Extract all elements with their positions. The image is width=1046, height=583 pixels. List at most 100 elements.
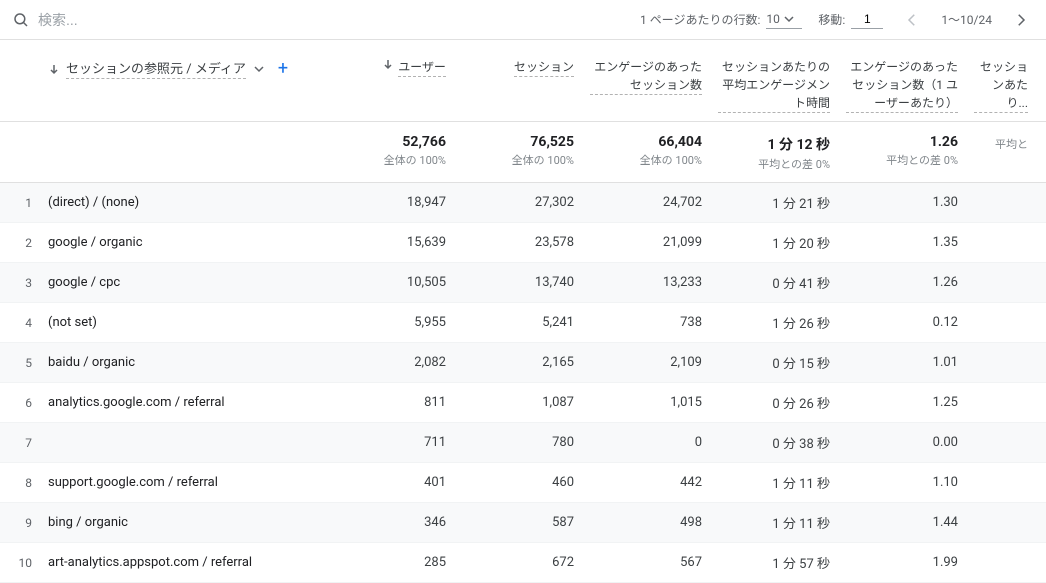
summary-cell: 平均と bbox=[970, 130, 1040, 176]
metric-cell bbox=[970, 513, 1040, 533]
metric-cell: 1.26 bbox=[842, 265, 970, 300]
summary-value: 1.26 bbox=[846, 134, 958, 150]
summary-subtext: 全体の 100% bbox=[334, 152, 446, 168]
dimension-value[interactable]: (direct) / (none) bbox=[40, 185, 330, 220]
summary-subtext: 平均との差 0% bbox=[846, 152, 958, 168]
table-row[interactable]: 771178000 分 38 秒0.00 bbox=[0, 423, 1046, 463]
metric-cell: 13,233 bbox=[586, 265, 714, 300]
dimension-value[interactable]: art-analytics.appspot.com / referral bbox=[40, 545, 330, 580]
page-range-label: 1～10/24 bbox=[941, 11, 992, 28]
row-index: 7 bbox=[0, 426, 40, 460]
search-input[interactable] bbox=[30, 8, 230, 32]
search-wrap bbox=[12, 8, 640, 32]
summary-cell: 1.26 平均との差 0% bbox=[842, 130, 970, 176]
metric-header[interactable]: エンゲージのあったセッション数（1 ユーザーあたり） bbox=[842, 40, 970, 121]
goto-label: 移動: bbox=[818, 11, 845, 28]
metric-cell: 21,099 bbox=[586, 225, 714, 260]
metric-header-label: エンゲージのあったセッション数（1 ユーザーあたり） bbox=[846, 58, 958, 113]
metric-cell: 780 bbox=[458, 425, 586, 460]
report-table: セッションの参照元 / メディア + ユーザーセッションエンゲージのあったセッシ… bbox=[0, 40, 1046, 583]
dimension-value[interactable]: baidu / organic bbox=[40, 345, 330, 380]
metric-cell: 0 分 41 秒 bbox=[714, 263, 842, 302]
metric-cell bbox=[970, 353, 1040, 373]
metric-cell: 24,702 bbox=[586, 185, 714, 220]
table-row[interactable]: 5baidu / organic2,0822,1652,1090 分 15 秒1… bbox=[0, 343, 1046, 383]
row-index: 8 bbox=[0, 466, 40, 500]
metric-cell: 0 分 38 秒 bbox=[714, 423, 842, 462]
metric-header-label: セッション bbox=[514, 58, 574, 77]
dimension-value[interactable] bbox=[40, 433, 330, 453]
row-index: 3 bbox=[0, 266, 40, 300]
dimension-value[interactable]: analytics.google.com / referral bbox=[40, 385, 330, 420]
metric-header[interactable]: セッションあたりの平均エンゲージメント時間 bbox=[714, 40, 842, 121]
metric-cell: 1 分 20 秒 bbox=[714, 223, 842, 262]
table-row[interactable]: 8support.google.com / referral4014604421… bbox=[0, 463, 1046, 503]
summary-subtext: 平均との差 0% bbox=[718, 156, 830, 172]
metric-cell bbox=[970, 433, 1040, 453]
dimension-label[interactable]: セッションの参照元 / メディア bbox=[66, 58, 246, 79]
metric-cell: 0 bbox=[586, 425, 714, 460]
metric-cell bbox=[970, 313, 1040, 333]
metric-cell: 672 bbox=[458, 545, 586, 580]
metric-cell: 2,165 bbox=[458, 345, 586, 380]
metric-header-label: ユーザー bbox=[398, 58, 446, 77]
metric-cell: 1 分 21 秒 bbox=[714, 183, 842, 222]
metric-cell: 811 bbox=[330, 385, 458, 420]
metric-cell: 13,740 bbox=[458, 265, 586, 300]
dimension-value[interactable]: support.google.com / referral bbox=[40, 465, 330, 500]
search-icon bbox=[12, 11, 30, 29]
row-index: 4 bbox=[0, 306, 40, 340]
metric-cell: 1 分 57 秒 bbox=[714, 543, 842, 582]
metric-header[interactable]: エンゲージのあったセッション数 bbox=[586, 40, 714, 103]
metric-cell: 587 bbox=[458, 505, 586, 540]
summary-value: 66,404 bbox=[590, 134, 702, 150]
metric-cell: 0.12 bbox=[842, 305, 970, 340]
metric-cell bbox=[970, 273, 1040, 293]
row-index: 6 bbox=[0, 386, 40, 420]
next-page-button[interactable] bbox=[1008, 7, 1034, 33]
dimension-value[interactable]: google / cpc bbox=[40, 265, 330, 300]
metric-header[interactable]: セッション bbox=[458, 40, 586, 85]
metric-cell: 1 分 11 秒 bbox=[714, 503, 842, 542]
dimension-value[interactable]: google / organic bbox=[40, 225, 330, 260]
metric-cell: 23,578 bbox=[458, 225, 586, 260]
dimension-value[interactable]: bing / organic bbox=[40, 505, 330, 540]
summary-subtext: 平均と bbox=[974, 136, 1028, 152]
metric-header[interactable]: セッションあたり... bbox=[970, 40, 1040, 121]
summary-index-spacer bbox=[0, 130, 40, 176]
metric-cell: 1.35 bbox=[842, 225, 970, 260]
table-row[interactable]: 6analytics.google.com / referral8111,087… bbox=[0, 383, 1046, 423]
table-row[interactable]: 9bing / organic3465874981 分 11 秒1.44 bbox=[0, 503, 1046, 543]
rows-per-page-select[interactable]: 10 bbox=[766, 10, 802, 29]
table-row[interactable]: 4(not set)5,9555,2417381 分 26 秒0.12 bbox=[0, 303, 1046, 343]
metric-cell: 18,947 bbox=[330, 185, 458, 220]
metric-cell: 738 bbox=[586, 305, 714, 340]
dimension-value[interactable]: (not set) bbox=[40, 305, 330, 340]
dimension-header: セッションの参照元 / メディア + bbox=[40, 40, 330, 87]
metric-cell: 346 bbox=[330, 505, 458, 540]
metric-cell bbox=[970, 553, 1040, 573]
metric-cell: 401 bbox=[330, 465, 458, 500]
add-dimension-button[interactable]: + bbox=[272, 58, 294, 79]
goto-input[interactable] bbox=[851, 10, 883, 29]
metric-cell: 1,015 bbox=[586, 385, 714, 420]
summary-cell: 52,766 全体の 100% bbox=[330, 130, 458, 176]
row-index: 5 bbox=[0, 346, 40, 380]
table-row[interactable]: 10art-analytics.appspot.com / referral28… bbox=[0, 543, 1046, 583]
table-row[interactable]: 1(direct) / (none)18,94727,30224,7021 分 … bbox=[0, 183, 1046, 223]
metric-cell: 442 bbox=[586, 465, 714, 500]
row-index: 2 bbox=[0, 226, 40, 260]
metric-cell: 2,082 bbox=[330, 345, 458, 380]
header-index-spacer bbox=[0, 40, 40, 60]
summary-subtext: 全体の 100% bbox=[590, 152, 702, 168]
summary-cell: 76,525全体の 100% bbox=[458, 130, 586, 176]
summary-value: 1 分 12 秒 bbox=[718, 134, 830, 154]
table-row[interactable]: 2google / organic15,63923,57821,0991 分 2… bbox=[0, 223, 1046, 263]
prev-page-button[interactable] bbox=[899, 7, 925, 33]
dimension-dropdown[interactable] bbox=[252, 62, 266, 76]
metric-cell: 0 分 26 秒 bbox=[714, 383, 842, 422]
metric-header[interactable]: ユーザー bbox=[330, 40, 458, 85]
summary-subtext: 全体の 100% bbox=[462, 152, 574, 168]
table-row[interactable]: 3google / cpc10,50513,74013,2330 分 41 秒1… bbox=[0, 263, 1046, 303]
summary-value: 52,766 bbox=[334, 134, 446, 150]
